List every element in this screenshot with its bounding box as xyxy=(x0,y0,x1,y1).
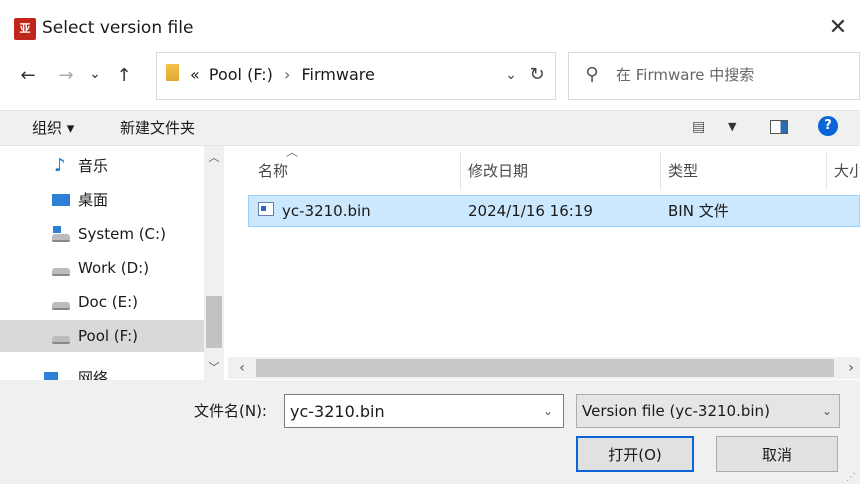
folder-icon xyxy=(166,64,179,81)
system-drive-icon xyxy=(52,234,70,242)
horizontal-scrollbar-thumb[interactable] xyxy=(256,359,834,377)
breadcrumb-item-pool[interactable]: Pool (F:) xyxy=(209,65,273,84)
windows-logo-icon xyxy=(53,226,61,233)
column-divider[interactable] xyxy=(826,152,827,190)
scroll-down-icon[interactable]: ﹀ xyxy=(204,358,224,378)
sidebar-item-label: Doc (E:) xyxy=(78,293,138,311)
sidebar-item-label: 音乐 xyxy=(78,157,109,175)
search-icon: ⚲ xyxy=(585,64,599,85)
view-options-icon[interactable]: ▤ xyxy=(692,118,708,136)
column-header-modified[interactable]: 修改日期 xyxy=(468,160,528,182)
music-icon: ♪ xyxy=(54,155,66,176)
sidebar-item-pool-f[interactable]: Pool (F:) xyxy=(0,320,204,352)
app-icon: 亚 xyxy=(14,18,36,40)
filetype-value: Version file (yc-3210.bin) xyxy=(582,402,770,420)
filename-input[interactable] xyxy=(286,396,532,426)
sidebar-item-label: 桌面 xyxy=(78,191,109,209)
breadcrumb-item-firmware[interactable]: Firmware xyxy=(302,65,375,84)
sort-ascending-icon: ︿ xyxy=(286,145,299,159)
resize-grip-icon[interactable]: ⋰ xyxy=(846,472,856,483)
file-modified: 2024/1/16 16:19 xyxy=(468,202,593,220)
refresh-button[interactable]: ↻ xyxy=(524,62,550,88)
sidebar-item-doc-e[interactable]: Doc (E:) xyxy=(0,286,204,318)
drive-icon xyxy=(52,302,70,310)
column-divider[interactable] xyxy=(460,152,461,190)
scroll-right-icon[interactable]: › xyxy=(842,357,860,379)
sidebar-item-music[interactable]: ♪ 音乐 xyxy=(0,150,204,182)
filename-dropdown-icon[interactable]: ⌄ xyxy=(536,396,560,426)
cancel-button[interactable]: 取消 xyxy=(716,436,838,472)
breadcrumb-overflow[interactable]: « xyxy=(190,65,200,84)
scroll-up-icon[interactable]: ︿ xyxy=(204,148,224,168)
filename-label: 文件名(N): xyxy=(194,402,267,420)
sidebar-item-network[interactable]: 网络 xyxy=(0,360,204,382)
drive-icon xyxy=(52,268,70,276)
address-dropdown-button[interactable]: ⌄ xyxy=(500,62,522,88)
organize-menu-button[interactable]: 组织 ▾ xyxy=(32,116,74,140)
column-header-row xyxy=(232,146,860,190)
desktop-icon xyxy=(52,194,70,206)
breadcrumb[interactable]: « Pool (F:) › Firmware xyxy=(190,63,375,87)
sidebar-item-label: Work (D:) xyxy=(78,259,150,277)
sidebar-item-work-d[interactable]: Work (D:) xyxy=(0,252,204,284)
forward-button[interactable]: → xyxy=(52,62,80,90)
window-title: Select version file xyxy=(42,18,194,38)
scroll-left-icon[interactable]: ‹ xyxy=(232,357,252,379)
recent-locations-button[interactable]: ⌄ xyxy=(84,60,106,88)
sidebar-item-system-c[interactable]: System (C:) xyxy=(0,218,204,250)
bin-file-icon xyxy=(258,202,274,216)
close-button[interactable]: ✕ xyxy=(824,14,852,42)
back-button[interactable]: ← xyxy=(14,62,42,90)
column-header-name[interactable]: 名称 xyxy=(258,160,288,182)
column-header-size[interactable]: 大小 xyxy=(834,160,860,182)
filetype-dropdown-icon[interactable]: ⌄ xyxy=(816,396,838,426)
sidebar-item-label: System (C:) xyxy=(78,225,166,243)
column-header-type[interactable]: 类型 xyxy=(668,160,698,182)
help-icon[interactable]: ? xyxy=(818,116,838,136)
file-type: BIN 文件 xyxy=(668,202,729,220)
breadcrumb-separator[interactable]: › xyxy=(284,65,290,84)
up-button[interactable]: ↑ xyxy=(110,62,138,90)
navigation-pane: ♪ 音乐 桌面 System (C:) Work (D:) Doc (E:) P… xyxy=(0,146,228,382)
sidebar-item-label: Pool (F:) xyxy=(78,327,139,345)
column-divider[interactable] xyxy=(660,152,661,190)
search-input[interactable] xyxy=(610,52,850,98)
new-folder-button[interactable]: 新建文件夹 xyxy=(120,116,195,140)
preview-pane-icon[interactable] xyxy=(770,120,788,134)
open-button[interactable]: 打开(O) xyxy=(576,436,694,472)
scrollbar-thumb[interactable] xyxy=(206,296,222,348)
view-options-dropdown[interactable]: ▼ xyxy=(728,118,736,136)
drive-icon xyxy=(52,336,70,344)
sidebar-item-desktop[interactable]: 桌面 xyxy=(0,184,204,216)
file-name: yc-3210.bin xyxy=(282,202,371,220)
